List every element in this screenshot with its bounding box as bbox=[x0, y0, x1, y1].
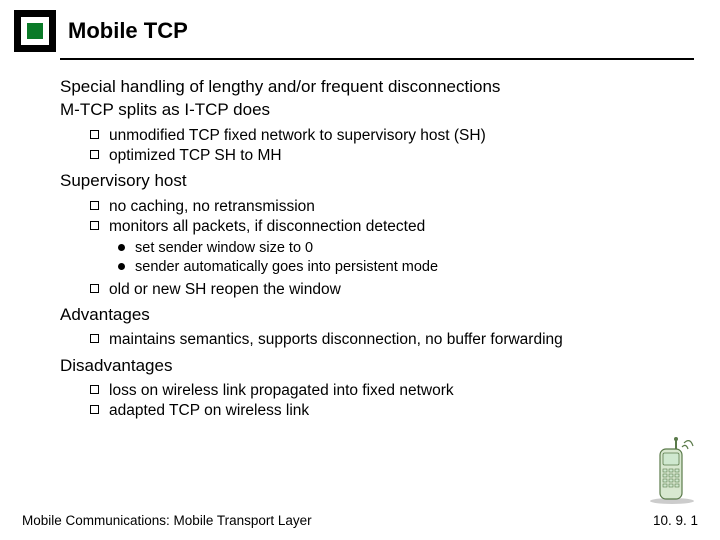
body-line: Advantages bbox=[60, 304, 700, 325]
body-line: M-TCP splits as I-TCP does bbox=[60, 99, 700, 120]
slide-header: Mobile TCP bbox=[0, 0, 720, 58]
body-line: Disadvantages bbox=[60, 355, 700, 376]
list-item-text: monitors all packets, if disconnection d… bbox=[109, 217, 425, 236]
list-item-text: maintains semantics, supports disconnect… bbox=[109, 330, 563, 349]
list-item-text: unmodified TCP fixed network to supervis… bbox=[109, 126, 486, 145]
sub-list: no caching, no retransmission monitors a… bbox=[60, 194, 700, 302]
footer-right: 10. 9. 1 bbox=[653, 513, 698, 528]
list-item-text: old or new SH reopen the window bbox=[109, 280, 341, 299]
slide: Mobile TCP Special handling of lengthy a… bbox=[0, 0, 720, 540]
square-bullet-icon bbox=[90, 385, 99, 394]
body-line: Supervisory host bbox=[60, 170, 700, 191]
list-item: sender automatically goes into persisten… bbox=[118, 258, 700, 276]
list-item-text: optimized TCP SH to MH bbox=[109, 146, 282, 165]
sub-sub-list: set sender window size to 0 sender autom… bbox=[90, 237, 700, 278]
sub-list: unmodified TCP fixed network to supervis… bbox=[60, 123, 700, 169]
list-item-text: no caching, no retransmission bbox=[109, 197, 315, 216]
list-item: no caching, no retransmission bbox=[90, 197, 700, 216]
list-item-text: loss on wireless link propagated into fi… bbox=[109, 381, 454, 400]
logo-icon bbox=[14, 10, 56, 52]
list-item-text: adapted TCP on wireless link bbox=[109, 401, 309, 420]
mobile-phone-icon bbox=[646, 437, 698, 510]
square-bullet-icon bbox=[90, 150, 99, 159]
body-line: Special handling of lengthy and/or frequ… bbox=[60, 76, 700, 97]
list-item: old or new SH reopen the window bbox=[90, 280, 700, 299]
slide-body: Special handling of lengthy and/or frequ… bbox=[0, 60, 720, 424]
square-bullet-icon bbox=[90, 405, 99, 414]
list-item-text: sender automatically goes into persisten… bbox=[135, 258, 438, 276]
slide-footer: Mobile Communications: Mobile Transport … bbox=[22, 513, 698, 528]
square-bullet-icon bbox=[90, 334, 99, 343]
sub-list: maintains semantics, supports disconnect… bbox=[60, 327, 700, 352]
list-item: optimized TCP SH to MH bbox=[90, 146, 700, 165]
list-item: unmodified TCP fixed network to supervis… bbox=[90, 126, 700, 145]
dot-bullet-icon bbox=[118, 263, 125, 270]
list-item: maintains semantics, supports disconnect… bbox=[90, 330, 700, 349]
square-bullet-icon bbox=[90, 201, 99, 210]
square-bullet-icon bbox=[90, 130, 99, 139]
sub-list: loss on wireless link propagated into fi… bbox=[60, 378, 700, 424]
list-item: set sender window size to 0 bbox=[118, 239, 700, 257]
footer-left: Mobile Communications: Mobile Transport … bbox=[22, 513, 312, 528]
slide-title: Mobile TCP bbox=[68, 18, 188, 44]
list-item: loss on wireless link propagated into fi… bbox=[90, 381, 700, 400]
square-bullet-icon bbox=[90, 284, 99, 293]
list-item: monitors all packets, if disconnection d… bbox=[90, 217, 700, 236]
square-bullet-icon bbox=[90, 221, 99, 230]
dot-bullet-icon bbox=[118, 244, 125, 251]
list-item-text: set sender window size to 0 bbox=[135, 239, 313, 257]
list-item: adapted TCP on wireless link bbox=[90, 401, 700, 420]
